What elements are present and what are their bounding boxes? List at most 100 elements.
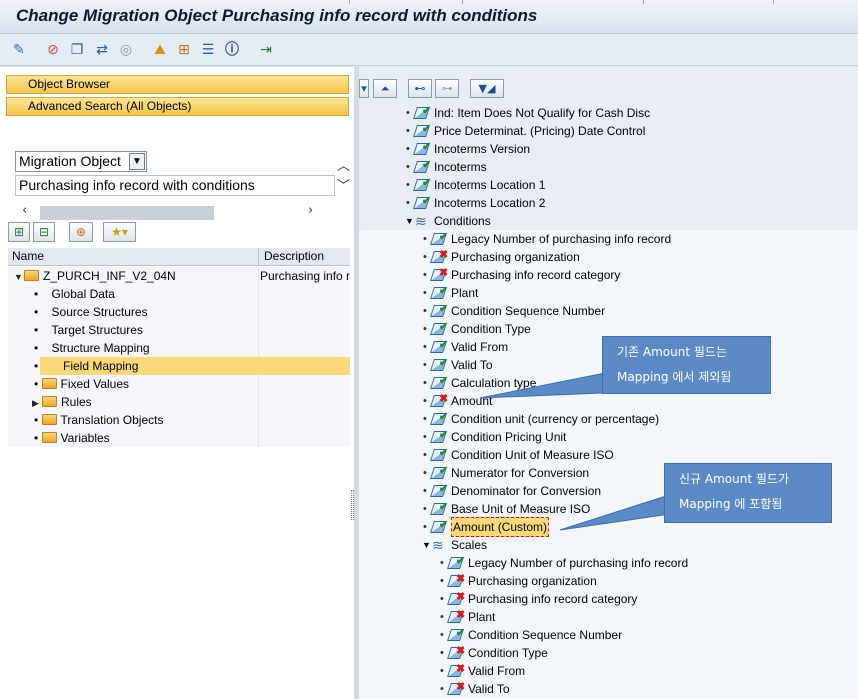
- translate-icon[interactable]: ⇄: [93, 41, 111, 58]
- condition-field-row[interactable]: • ✔ Condition Unit of Measure ISO: [423, 446, 614, 464]
- tree-item-source-structures[interactable]: • Source Structures: [34, 303, 148, 321]
- column-divider: [258, 248, 259, 266]
- chevron-down-icon[interactable]: ▼: [129, 153, 145, 170]
- condition-field-row[interactable]: • ✔ Condition Pricing Unit: [423, 428, 566, 446]
- structure-icon[interactable]: ⊕: [69, 222, 93, 242]
- chevron-down-icon[interactable]: ﹀: [337, 175, 350, 194]
- stop-icon[interactable]: ⊘: [44, 41, 62, 58]
- bullet: •: [423, 413, 427, 425]
- info-icon[interactable]: ⓘ: [223, 41, 241, 58]
- field-label: Calculation type: [451, 376, 537, 390]
- target-field-row[interactable]: • ✔ Ind: Item Does Not Qualify for Cash Di…: [406, 104, 650, 122]
- folder-open-icon: [24, 270, 39, 281]
- scale-field-row[interactable]: • ✖ Plant: [440, 608, 495, 626]
- condition-field-row[interactable]: • ✔ Calculation type: [423, 374, 536, 392]
- scale-field-row[interactable]: • ✖ Purchasing organization: [440, 572, 597, 590]
- field-label: Amount: [451, 394, 493, 408]
- find-icon[interactable]: ⊷: [408, 79, 432, 98]
- folder-icon: [41, 432, 57, 443]
- target-field-row[interactable]: • ✔ Incoterms Location 2: [406, 194, 545, 212]
- chevron-left-icon[interactable]: ‹: [22, 203, 27, 218]
- scale-field-row[interactable]: • ✖ Condition Type: [440, 644, 548, 662]
- unmapped-x-icon: ✖: [447, 573, 465, 588]
- condition-field-row[interactable]: • ✔ Condition Type: [423, 320, 531, 338]
- unmapped-x-icon: ✖: [447, 663, 465, 678]
- filter-icon[interactable]: ▼◢: [470, 79, 504, 98]
- expand-triangle-icon[interactable]: ▼: [405, 212, 415, 230]
- list-icon[interactable]: ☰: [199, 41, 217, 58]
- condition-field-row[interactable]: • ✖ Amount: [423, 392, 492, 410]
- tree-item-target-structures[interactable]: • Target Structures: [34, 321, 143, 339]
- collapse-icon[interactable]: ▾: [359, 79, 369, 98]
- target-field-row[interactable]: • ✔ Price Determinat. (Pricing) Date Contr…: [406, 122, 645, 140]
- condition-field-row[interactable]: • ✔ Legacy Number of purchasing info recor…: [423, 230, 671, 248]
- condition-field-row[interactable]: • ✔ Numerator for Conversion: [423, 464, 589, 482]
- collapse-all-icon[interactable]: ⊟: [33, 222, 55, 242]
- bullet: •: [440, 647, 444, 659]
- object-type-select[interactable]: Migration Object ▼: [15, 151, 147, 172]
- expand-triangle-icon[interactable]: ▶: [32, 394, 42, 412]
- object-browser-button[interactable]: Object Browser: [6, 75, 349, 94]
- chevron-right-icon[interactable]: ›: [308, 203, 313, 218]
- tree-header: Name Description: [8, 248, 350, 266]
- bullet: •: [423, 305, 427, 317]
- favorites-icon[interactable]: ★▾: [103, 222, 136, 242]
- tree-root-description: Purchasing info r: [260, 269, 351, 283]
- unmapped-x-icon: ✖: [430, 249, 448, 264]
- scale-field-row[interactable]: • ✖ Purchasing info record category: [440, 590, 637, 608]
- condition-field-row[interactable]: • ✖ Purchasing organization: [423, 248, 580, 266]
- condition-field-row[interactable]: • ✔ Valid To: [423, 356, 493, 374]
- tree-item-structure-mapping[interactable]: • Structure Mapping: [34, 339, 150, 357]
- landscape-icon[interactable]: ⛰: [151, 41, 169, 58]
- tree-item-global-data[interactable]: • Global Data: [34, 285, 115, 303]
- title-divider: [773, 0, 774, 4]
- condition-field-row[interactable]: • ✔ Denominator for Conversion: [423, 482, 601, 500]
- tree-item-variables[interactable]: • Variables: [34, 429, 110, 447]
- condition-field-row[interactable]: • ✔ Base Unit of Measure ISO: [423, 500, 590, 518]
- advanced-search-button[interactable]: Advanced Search (All Objects): [6, 97, 349, 116]
- chevron-up-icon[interactable]: ︿: [337, 155, 350, 174]
- group-label: Scales: [451, 538, 488, 552]
- scale-field-row[interactable]: • ✖ Valid To: [440, 680, 510, 698]
- condition-field-row[interactable]: • ✖ Purchasing info record category: [423, 266, 620, 284]
- scale-field-row[interactable]: • ✖ Valid From: [440, 662, 525, 680]
- expand-triangle-icon[interactable]: ▼: [14, 268, 24, 286]
- target-icon[interactable]: ◎: [117, 41, 135, 58]
- scale-field-row[interactable]: • ✔ Condition Sequence Number: [440, 626, 622, 644]
- target-field-row[interactable]: • ✔ Incoterms Version: [406, 140, 530, 158]
- condition-field-row[interactable]: • ✔ Plant: [423, 284, 478, 302]
- condition-field-row[interactable]: • ✔ Valid From: [423, 338, 508, 356]
- bullet: •: [423, 503, 427, 515]
- expand-all-icon[interactable]: ⊞: [8, 222, 30, 242]
- condition-field-row[interactable]: • ✔ Condition unit (currency or percentage…: [423, 410, 659, 428]
- scales-group[interactable]: ▼ ≋ Scales: [422, 536, 487, 554]
- mapped-check-icon: ✔: [413, 195, 431, 210]
- export-icon[interactable]: ⇥: [257, 41, 275, 58]
- condition-field-row[interactable]: • ✔ Condition Sequence Number: [423, 302, 605, 320]
- tree-item-translation-objects[interactable]: • Translation Objects: [34, 411, 163, 429]
- target-field-row[interactable]: • ✔ Incoterms: [406, 158, 487, 176]
- bullet: •: [423, 467, 427, 479]
- display-change-icon[interactable]: ✎: [10, 41, 28, 58]
- bullet: •: [440, 575, 444, 587]
- conditions-group[interactable]: ▼ ≋ Conditions: [405, 212, 491, 230]
- unmapped-x-icon: ✖: [447, 645, 465, 660]
- amount-custom-row[interactable]: • ✔ Amount (Custom): [423, 517, 550, 537]
- tree-root[interactable]: ▼ Z_PURCH_INF_V2_04N: [14, 267, 176, 285]
- tree-item-field-mapping[interactable]: Field Mapping: [40, 357, 350, 375]
- scale-field-row[interactable]: • ✔ Legacy Number of purchasing info recor…: [440, 554, 688, 572]
- horizontal-scrollbar[interactable]: [40, 206, 214, 220]
- tree-item-rules[interactable]: ▶ Rules: [32, 393, 92, 411]
- mapped-check-icon: ✔: [430, 357, 448, 372]
- splitter-grip[interactable]: [351, 490, 354, 520]
- copy-icon[interactable]: ❐: [68, 41, 86, 58]
- expand-triangle-icon[interactable]: ▼: [422, 536, 432, 554]
- col-description-header: Description: [264, 249, 325, 263]
- find-next-icon[interactable]: ⊶: [435, 79, 459, 98]
- field-label: Purchasing organization: [451, 250, 580, 264]
- target-field-row[interactable]: • ✔ Incoterms Location 1: [406, 176, 545, 194]
- tree-item-fixed-values[interactable]: • Fixed Values: [34, 375, 129, 393]
- object-search-input[interactable]: Purchasing info record with conditions: [15, 175, 335, 196]
- hierarchy-icon[interactable]: ⊞: [175, 41, 193, 58]
- expand-up-icon[interactable]: ⏶: [373, 79, 397, 98]
